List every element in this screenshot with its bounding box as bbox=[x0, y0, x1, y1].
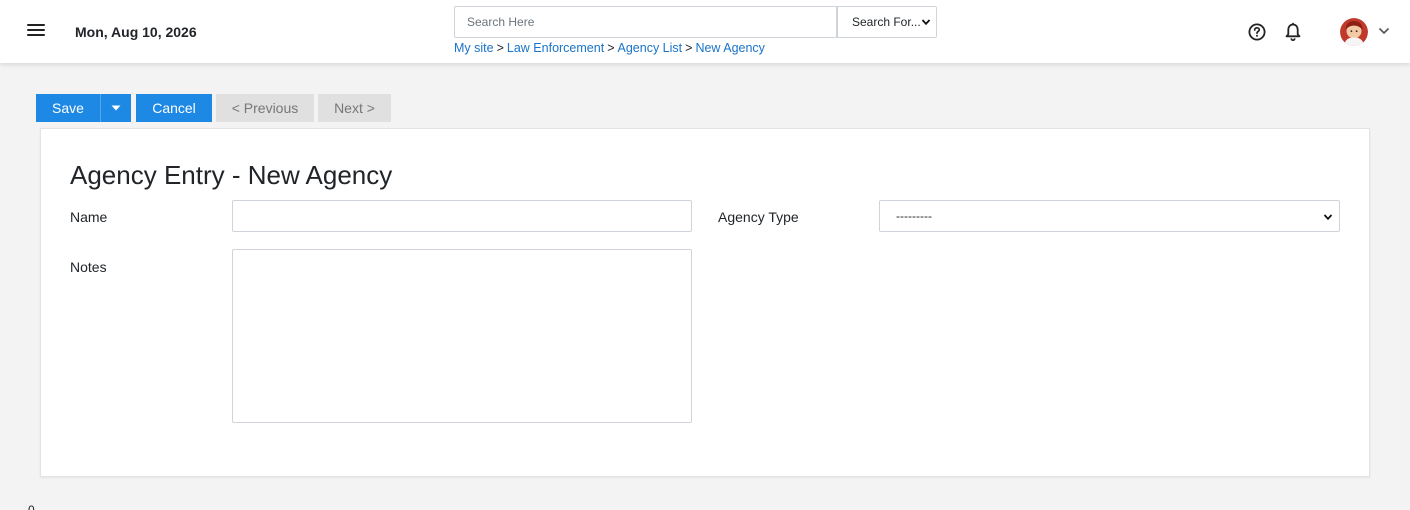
previous-button[interactable]: < Previous bbox=[216, 94, 314, 122]
breadcrumb-separator: > bbox=[685, 41, 693, 55]
dropdown-chevron-icon bbox=[921, 19, 931, 26]
name-input[interactable] bbox=[232, 200, 692, 232]
menu-icon[interactable] bbox=[27, 24, 45, 38]
agency-type-select[interactable]: --------- bbox=[879, 200, 1340, 232]
name-label: Name bbox=[70, 209, 108, 225]
search-scope-select[interactable]: Search For... bbox=[837, 6, 937, 38]
search-input[interactable] bbox=[454, 6, 837, 38]
help-icon[interactable] bbox=[1248, 23, 1266, 41]
notes-textarea[interactable] bbox=[232, 249, 692, 423]
breadcrumb-my-site[interactable]: My site bbox=[454, 41, 494, 55]
user-menu-chevron-icon[interactable] bbox=[1378, 26, 1390, 36]
notes-label: Notes bbox=[70, 259, 107, 275]
agency-form-card: Agency Entry - New Agency Name Notes Age… bbox=[40, 128, 1370, 477]
footer-text: 0 bbox=[28, 503, 35, 510]
caret-down-icon bbox=[111, 105, 121, 111]
top-navbar: Mon, Aug 10, 2026 Search For... My site>… bbox=[0, 0, 1410, 63]
save-options-button[interactable] bbox=[100, 94, 131, 122]
breadcrumb-agency-list[interactable]: Agency List bbox=[618, 41, 683, 55]
user-avatar[interactable] bbox=[1340, 18, 1368, 46]
next-button[interactable]: Next > bbox=[318, 94, 391, 122]
agency-type-value: --------- bbox=[896, 209, 932, 223]
current-date: Mon, Aug 10, 2026 bbox=[75, 24, 197, 40]
agency-type-label: Agency Type bbox=[718, 209, 799, 225]
save-button[interactable]: Save bbox=[36, 94, 100, 122]
breadcrumb: My site > Law Enforcement > Agency List > New … bbox=[454, 41, 765, 55]
bell-icon[interactable] bbox=[1284, 22, 1302, 42]
breadcrumb-separator: > bbox=[496, 41, 504, 55]
dropdown-chevron-icon bbox=[1323, 214, 1333, 221]
search-scope-value: Search For... bbox=[852, 15, 921, 29]
breadcrumb-law-enforcement[interactable]: Law Enforcement bbox=[507, 41, 604, 55]
breadcrumb-separator: > bbox=[607, 41, 615, 55]
breadcrumb-new-agency[interactable]: New Agency bbox=[695, 41, 764, 55]
cancel-button[interactable]: Cancel bbox=[136, 94, 212, 122]
page-title: Agency Entry - New Agency bbox=[70, 160, 393, 190]
